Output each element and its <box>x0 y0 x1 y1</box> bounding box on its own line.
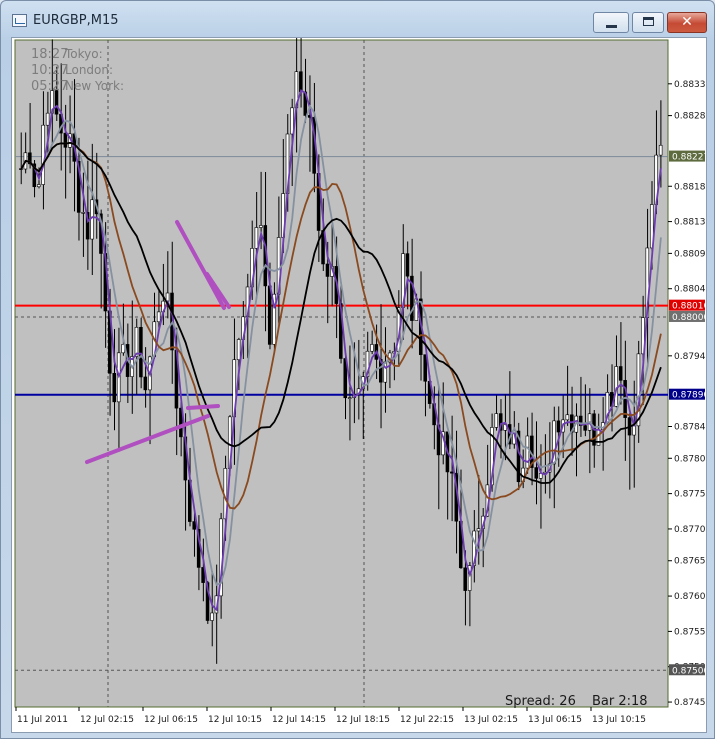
candle <box>63 132 68 148</box>
candle <box>156 311 161 323</box>
session-time: 18:27 <box>31 47 68 62</box>
x-tick-label: 12 Jul 02:15 <box>80 715 134 725</box>
candle <box>583 425 587 431</box>
candle <box>556 420 561 433</box>
candle <box>405 253 410 277</box>
x-tick-label: 11 Jul 2011 <box>17 715 68 725</box>
y-tick-label: 0.88040 <box>674 285 706 295</box>
candle <box>463 567 467 591</box>
candle <box>81 212 85 214</box>
window-title: EURGBP,M15 <box>33 13 119 28</box>
x-tick-label: 13 Jul 02:15 <box>464 715 518 725</box>
price-label-text: 0.88016 <box>672 302 706 312</box>
close-button[interactable]: ✕ <box>667 12 707 33</box>
candle <box>423 354 427 382</box>
y-tick-label: 0.87555 <box>674 627 706 637</box>
candle <box>254 227 259 249</box>
candle <box>299 71 303 93</box>
candle <box>494 413 499 428</box>
y-tick-label: 0.87455 <box>674 698 706 708</box>
y-tick-label: 0.88185 <box>674 182 706 192</box>
y-tick-label: 0.87605 <box>674 592 706 602</box>
y-tick-label: 0.88135 <box>674 218 706 228</box>
session-time: 10:27 <box>31 63 68 78</box>
session-name: New York: <box>65 79 124 93</box>
candle <box>259 225 263 228</box>
candle <box>614 366 618 407</box>
y-tick-label: 0.87700 <box>674 525 706 535</box>
candle <box>632 425 636 436</box>
candle <box>143 376 148 391</box>
bar-timer-readout: Bar 2:18 <box>592 694 648 709</box>
session-time: 05:27 <box>31 79 68 94</box>
maximize-icon <box>643 17 654 26</box>
candle <box>618 366 623 381</box>
price-chart[interactable]: 18:27Tokyo: 10:27London: 05:27New York: 0.8… <box>12 38 706 732</box>
x-tick-label: 13 Jul 06:15 <box>528 715 582 725</box>
y-tick-label: 0.88285 <box>674 112 706 122</box>
price-label-text: 0.87500 <box>672 666 706 676</box>
y-tick-label: 0.87945 <box>674 352 706 362</box>
candle <box>134 326 139 357</box>
candle <box>476 528 481 532</box>
chart-window: EURGBP,M15 ✕ 18:27 Tokyo: 10:27 London: 05:2… <box>0 0 715 739</box>
y-tick-label: 0.87800 <box>674 454 706 464</box>
candle <box>54 90 59 115</box>
candle <box>112 372 117 403</box>
candle <box>45 112 50 126</box>
spread-readout: Spread: 26 <box>505 694 576 709</box>
maximize-button[interactable] <box>632 12 664 33</box>
candle <box>36 184 41 188</box>
title-bar[interactable]: EURGBP,M15 ✕ <box>1 1 714 37</box>
session-name: London: <box>65 63 113 77</box>
candle <box>565 414 570 421</box>
x-tick-label: 12 Jul 10:15 <box>208 715 262 725</box>
candle <box>525 435 530 469</box>
y-tick-label: 0.88330 <box>674 80 706 90</box>
candle <box>370 344 374 352</box>
minimize-icon <box>606 25 617 28</box>
candle <box>165 292 170 302</box>
session-name: Tokyo: <box>64 47 103 61</box>
x-tick-label: 12 Jul 18:15 <box>336 715 390 725</box>
annotation-arrow[interactable] <box>186 404 220 410</box>
chart-area[interactable]: 18:27 Tokyo: 10:27 London: 05:27 New York: 0.8… <box>11 37 707 733</box>
candle <box>325 263 330 277</box>
close-icon: ✕ <box>681 14 693 30</box>
candle <box>450 471 454 474</box>
chart-window-icon <box>12 14 27 27</box>
price-label-text: 0.88000 <box>672 313 706 323</box>
x-tick-label: 12 Jul 14:15 <box>272 715 326 725</box>
candle <box>210 612 214 621</box>
candle <box>347 397 352 399</box>
candle <box>267 285 272 345</box>
candle <box>658 144 663 156</box>
candle <box>139 326 143 378</box>
price-label-text: 0.88227 <box>672 153 706 163</box>
candle <box>534 467 539 479</box>
minimize-button[interactable] <box>593 12 629 33</box>
y-tick-label: 0.87750 <box>674 490 706 500</box>
candle <box>596 429 601 446</box>
candle <box>41 124 45 185</box>
y-tick-label: 0.87655 <box>674 557 706 567</box>
price-label-text: 0.87890 <box>672 391 706 401</box>
x-tick-label: 12 Jul 22:15 <box>400 715 454 725</box>
candle <box>192 521 196 530</box>
y-tick-label: 0.88090 <box>674 249 706 259</box>
x-tick-label: 12 Jul 06:15 <box>144 715 198 725</box>
y-tick-label: 0.87845 <box>674 422 706 432</box>
x-tick-label: 13 Jul 10:15 <box>592 715 646 725</box>
candle <box>236 339 241 361</box>
